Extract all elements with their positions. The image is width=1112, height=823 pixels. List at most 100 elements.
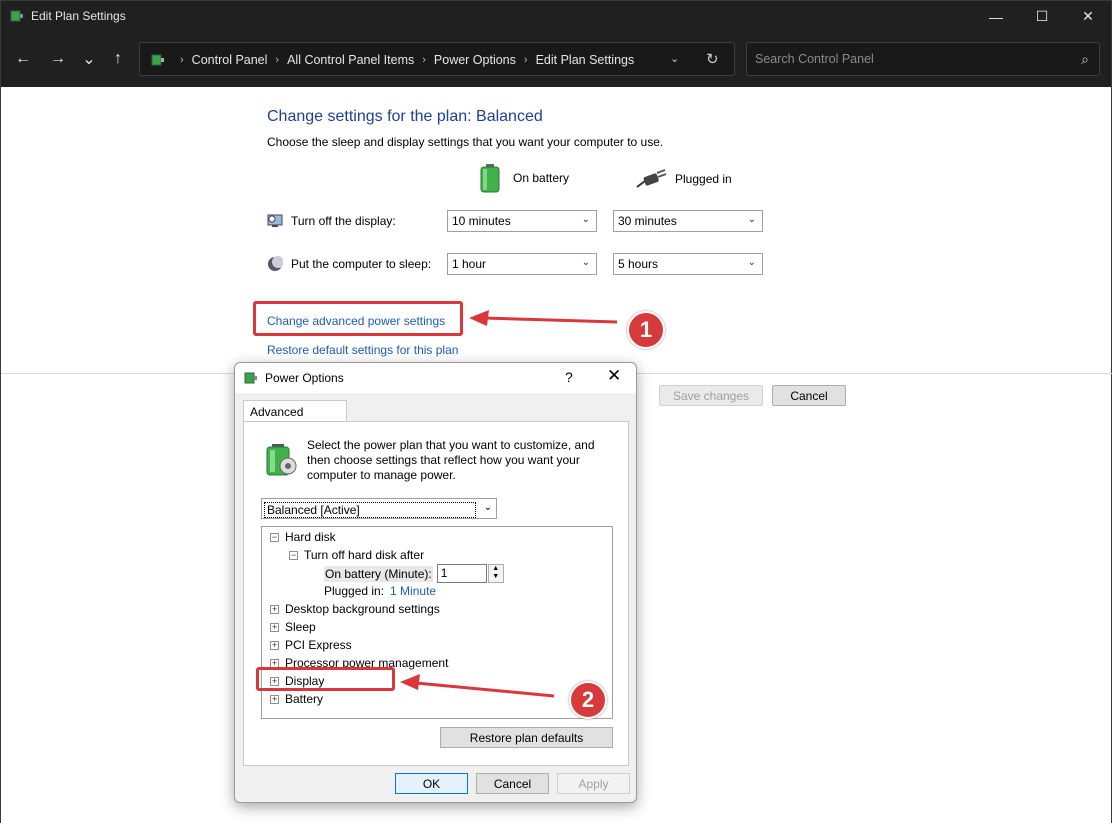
annotation-arrow-1 (469, 310, 618, 326)
breadcrumb-control-panel[interactable]: Control Panel (192, 53, 268, 67)
chevron-right-icon: › (275, 54, 280, 66)
minutes-value: 1 (440, 566, 448, 580)
collapse-icon[interactable]: − (270, 532, 279, 542)
tree-item-battery[interactable]: + Battery (270, 692, 323, 706)
display-plugged-select[interactable]: 30 minutes ⌄ (613, 210, 763, 232)
tree-item-label: Hard disk (285, 530, 336, 544)
tree-item-desktop-background[interactable]: + Desktop background settings (270, 602, 440, 616)
window-title: Edit Plan Settings (31, 9, 126, 23)
breadcrumb-power-options[interactable]: Power Options (434, 53, 516, 67)
display-battery-select[interactable]: 10 minutes ⌄ (447, 210, 597, 232)
plugged-in-value[interactable]: 1 Minute (390, 584, 436, 598)
ok-button[interactable]: OK (395, 773, 468, 794)
on-battery-label: On battery (Minute): (324, 565, 433, 582)
restore-defaults-link[interactable]: Restore default settings for this plan (267, 343, 458, 357)
expand-icon[interactable]: + (270, 622, 279, 632)
control-panel-icon (151, 54, 164, 66)
search-icon[interactable]: ⌕ (1081, 51, 1089, 68)
chevron-down-icon: ⌄ (483, 502, 492, 513)
tree-item-label: Battery (285, 692, 324, 706)
sleep-battery-select[interactable]: 1 hour ⌄ (447, 253, 597, 275)
address-toolbar: ← → ⌄ ↑ › Control Panel › All Control Pa… (1, 32, 1111, 87)
tree-item-label: PCI Express (285, 638, 352, 652)
annotation-step-2: 2 (569, 681, 607, 719)
chevron-down-icon: ⌄ (747, 214, 756, 225)
title-bar: Edit Plan Settings — ☐ ✕ (1, 1, 1111, 32)
expand-icon[interactable]: + (270, 694, 279, 704)
cancel-button[interactable]: Cancel (772, 385, 846, 406)
annotation-highlight-1 (253, 301, 463, 336)
spin-arrows-icon[interactable]: ▲ ▼ (487, 564, 504, 583)
chevron-down-icon: ⌄ (581, 214, 590, 225)
battery-label: On battery (513, 171, 570, 185)
moon-icon (268, 256, 283, 271)
tree-item-label: Sleep (285, 620, 316, 634)
refresh-icon[interactable]: ↻ (706, 50, 719, 68)
dialog-cancel-button[interactable]: Cancel (476, 773, 549, 794)
dialog-title-bar: Power Options ? ✕ (235, 363, 636, 393)
address-bar[interactable]: › Control Panel › All Control Panel Item… (139, 42, 735, 76)
tree-item-pci-express[interactable]: + PCI Express (270, 638, 352, 652)
chevron-down-icon: ⌄ (747, 257, 756, 268)
close-icon[interactable]: ✕ (607, 366, 621, 386)
expand-icon[interactable]: + (270, 604, 279, 614)
sleep-plugged-value: 5 hours (618, 257, 659, 271)
tab-advanced-settings[interactable]: Advanced settings (243, 400, 347, 433)
expand-icon[interactable]: + (270, 640, 279, 650)
breadcrumb: › Control Panel › All Control Panel Item… (150, 52, 634, 68)
annotation-arrow-2 (400, 674, 555, 698)
minutes-spinbox[interactable]: 1 (436, 564, 487, 583)
chevron-right-icon: › (422, 54, 426, 66)
collapse-icon[interactable]: − (289, 550, 298, 560)
plugged-in-label: Plugged in: (324, 584, 385, 598)
tree-item-sleep[interactable]: + Sleep (270, 620, 316, 634)
maximize-button[interactable]: ☐ (1019, 1, 1065, 32)
tree-item-label: Desktop background settings (285, 602, 440, 616)
power-plan-select[interactable]: Balanced [Active] ⌄ (261, 498, 497, 519)
forward-arrow-icon[interactable]: → (45, 46, 71, 72)
sleep-plugged-select[interactable]: 5 hours ⌄ (613, 253, 763, 275)
annotation-highlight-2 (256, 667, 395, 691)
sleep-row-label: Put the computer to sleep: (267, 256, 431, 272)
display-label: Turn off the display: (291, 214, 396, 228)
sleep-battery-value: 1 hour (452, 257, 487, 271)
save-changes-button[interactable]: Save changes (659, 385, 763, 406)
battery-icon (480, 164, 500, 193)
chevron-down-icon[interactable]: ⌄ (670, 52, 679, 65)
power-options-icon (10, 10, 23, 22)
tree-item-on-battery: On battery (Minute): 1 ▲ ▼ (324, 564, 504, 583)
recent-locations-icon[interactable]: ⌄ (76, 46, 102, 72)
tree-item-plugged-in: Plugged in: 1 Minute (324, 584, 436, 598)
power-plug-icon (636, 169, 667, 188)
breadcrumb-all-items[interactable]: All Control Panel Items (287, 53, 414, 67)
display-plugged-value: 30 minutes (618, 214, 677, 228)
minimize-button[interactable]: — (973, 1, 1019, 32)
column-header-plugged: Plugged in (635, 167, 732, 191)
plugged-label: Plugged in (675, 172, 732, 186)
power-plan-icon (266, 444, 297, 476)
dialog-title: Power Options (265, 371, 344, 385)
chevron-down-icon: ⌄ (581, 257, 590, 268)
chevron-right-icon: › (180, 54, 184, 66)
search-input[interactable]: Search Control Panel (755, 52, 874, 66)
page-subtitle: Choose the sleep and display settings th… (267, 135, 664, 149)
search-box[interactable]: Search Control Panel ⌕ (746, 42, 1100, 76)
page-title: Change settings for the plan: Balanced (267, 108, 543, 125)
up-arrow-icon[interactable]: ↑ (105, 46, 131, 72)
annotation-step-1: 1 (627, 311, 665, 349)
dialog-description: Select the power plan that you want to c… (307, 438, 595, 482)
sleep-label: Put the computer to sleep: (291, 257, 432, 271)
advanced-settings-panel: Select the power plan that you want to c… (243, 421, 629, 766)
power-plan-value: Balanced [Active] (264, 502, 476, 518)
display-icon (267, 214, 283, 227)
apply-button[interactable]: Apply (557, 773, 630, 794)
display-battery-value: 10 minutes (452, 214, 511, 228)
power-options-icon (244, 372, 257, 384)
restore-plan-defaults-button[interactable]: Restore plan defaults (440, 727, 613, 748)
back-arrow-icon[interactable]: ← (10, 46, 36, 72)
tree-item-hard-disk[interactable]: − Hard disk (270, 530, 336, 544)
help-icon[interactable]: ? (565, 369, 573, 385)
tree-item-turn-off-hard-disk[interactable]: − Turn off hard disk after (289, 548, 424, 562)
breadcrumb-edit-plan-settings[interactable]: Edit Plan Settings (536, 53, 635, 67)
close-button[interactable]: ✕ (1065, 1, 1111, 32)
